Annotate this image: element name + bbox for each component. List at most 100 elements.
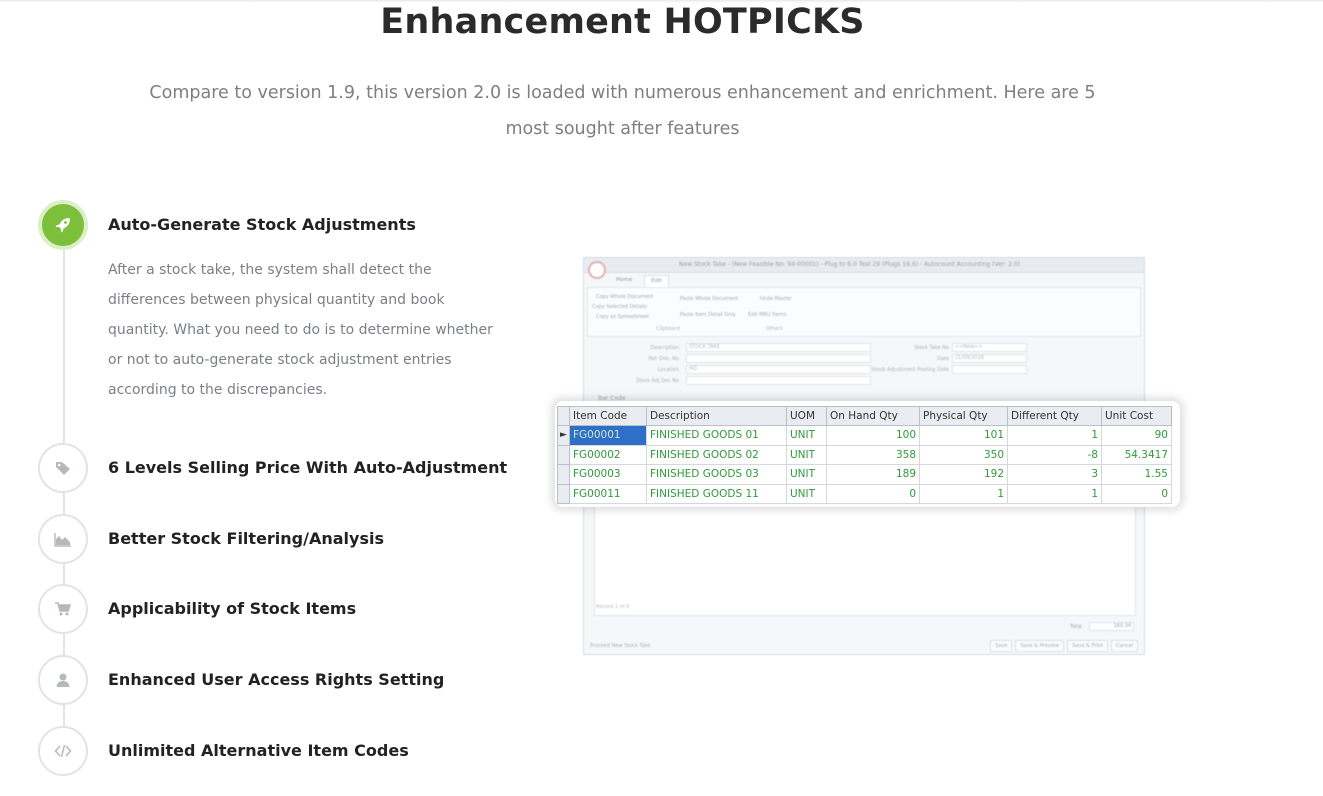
column-header: Item Code — [569, 406, 647, 426]
cancel-button: Cancel — [1111, 640, 1138, 652]
feature-title: Applicability of Stock Items — [108, 599, 357, 618]
table-cell: FG00003 — [569, 464, 647, 485]
rocket-icon — [55, 218, 70, 233]
form-field: <<New>> — [952, 343, 1027, 352]
table-cell: FINISHED GOODS 11 — [646, 483, 787, 504]
ribbon-item: Copy Whole Document — [596, 294, 654, 300]
proceed-checkbox-label: Proceed New Stock Take — [590, 643, 651, 649]
ribbon-group-label: Others — [766, 326, 783, 332]
table-cell: 3 — [1007, 464, 1102, 485]
table-cell: 1 — [919, 483, 1008, 504]
table-cell: FG00011 — [569, 483, 647, 504]
row-indicator-arrow-icon: ► — [557, 425, 570, 446]
ribbon: Copy Whole Document Copy Selected Detail… — [587, 287, 1141, 337]
form-field — [686, 376, 871, 385]
area-chart-icon — [54, 533, 71, 547]
table-cell: 90 — [1101, 425, 1172, 446]
column-header: UOM — [786, 406, 827, 426]
window-title: New Stock Take - (New Feasible No. 94-00… — [679, 261, 1020, 268]
table-cell: 350 — [919, 444, 1008, 465]
table-cell: 1 — [1007, 425, 1102, 446]
column-header: Physical Qty — [919, 406, 1008, 426]
ribbon-group-label: Clipboard — [656, 326, 680, 332]
row-indicator — [557, 464, 570, 485]
total-value: 160.34 — [1089, 622, 1134, 631]
feature-item-auto-generate-stock-adjustments[interactable]: Auto-Generate Stock Adjustments After a … — [38, 200, 518, 420]
feature-item-selling-price-levels[interactable]: 6 Levels Selling Price With Auto-Adjustm… — [38, 443, 518, 493]
form-field: STOCK TAKE — [686, 343, 871, 352]
table-cell: FINISHED GOODS 03 — [646, 464, 787, 485]
feature-item-alternative-item-codes[interactable]: Unlimited Alternative Item Codes — [38, 726, 518, 776]
feature-title: Auto-Generate Stock Adjustments — [108, 215, 416, 234]
ribbon-item: Paste Whole Document — [680, 296, 739, 302]
table-cell: 54.3417 — [1101, 444, 1172, 465]
feature-title: Enhanced User Access Rights Setting — [108, 670, 445, 689]
feature-item-stock-filtering[interactable]: Better Stock Filtering/Analysis — [38, 514, 518, 564]
ribbon-tabs: Home Edit — [610, 275, 669, 287]
stock-take-form: Description STOCK TAKE Ref. Doc. No Loca… — [594, 343, 1134, 395]
ribbon-item: Paste Item Detail Only — [680, 312, 736, 318]
tab-edit: Edit — [644, 275, 669, 287]
page-subtitle: Compare to version 1.9, this version 2.0… — [149, 83, 1096, 139]
save-print-button: Save & Print — [1067, 640, 1109, 652]
form-label: Stock Take No — [914, 345, 949, 351]
form-label: Ref. Doc. No — [648, 356, 679, 362]
row-indicator-header — [557, 406, 570, 426]
cart-icon — [55, 602, 72, 616]
table-cell: 101 — [919, 425, 1008, 446]
form-label: Date — [937, 356, 949, 362]
feature-icon-circle — [38, 200, 88, 250]
stock-take-table: Item Code Description UOM On Hand Qty Ph… — [557, 406, 1172, 504]
ribbon-item: Undo Master — [760, 296, 792, 302]
save-button: Save — [990, 640, 1013, 652]
ribbon-item: Copy as Spreadsheet — [596, 314, 650, 320]
table-cell: 358 — [826, 444, 920, 465]
zoomed-stock-grid: Item Code Description UOM On Hand Qty Ph… — [555, 401, 1180, 507]
detail-grid-area — [594, 504, 1136, 616]
tags-icon — [56, 462, 70, 475]
row-indicator — [557, 444, 570, 465]
table-cell: UNIT — [786, 483, 827, 504]
feature-icon-circle — [38, 584, 88, 634]
record-navigator: Record 1 of 4 — [596, 604, 630, 610]
form-label: Stock Adj Doc No — [636, 378, 679, 384]
form-label: Location — [657, 367, 679, 373]
table-cell: 192 — [919, 464, 1008, 485]
feature-icon-circle — [38, 655, 88, 705]
form-field: 21/09/2018 — [952, 354, 1027, 363]
table-row: FG00011 FINISHED GOODS 11 UNIT 0 1 1 0 — [557, 483, 1172, 504]
column-header: On Hand Qty — [826, 406, 920, 426]
table-cell: FG00002 — [569, 444, 647, 465]
table-cell: FINISHED GOODS 02 — [646, 444, 787, 465]
table-header-row: Item Code Description UOM On Hand Qty Ph… — [557, 406, 1172, 426]
table-cell: UNIT — [786, 444, 827, 465]
user-icon — [56, 673, 70, 687]
table-cell: -8 — [1007, 444, 1102, 465]
feature-item-user-access-rights[interactable]: Enhanced User Access Rights Setting — [38, 655, 518, 705]
table-cell: FG00001 — [569, 425, 647, 446]
footer-buttons: Save Save & Preview Save & Print Cancel — [990, 640, 1138, 652]
total-label: Total — [1070, 624, 1082, 630]
table-row: ► FG00001 FINISHED GOODS 01 UNIT 100 101… — [557, 425, 1172, 446]
feature-title: 6 Levels Selling Price With Auto-Adjustm… — [108, 458, 508, 477]
feature-title: Unlimited Alternative Item Codes — [108, 741, 409, 760]
table-cell: 0 — [826, 483, 920, 504]
feature-description: After a stock take, the system shall det… — [108, 262, 493, 398]
page-title: Enhancement HOTPICKS — [380, 2, 865, 42]
ribbon-item: Copy Selected Details — [592, 304, 647, 310]
app-logo-icon — [588, 261, 606, 279]
table-cell: UNIT — [786, 425, 827, 446]
column-header: Different Qty — [1007, 406, 1102, 426]
feature-icon-circle — [38, 443, 88, 493]
column-header: Unit Cost — [1101, 406, 1172, 426]
feature-item-applicability-stock-items[interactable]: Applicability of Stock Items — [38, 584, 518, 634]
feature-icon-circle — [38, 514, 88, 564]
table-cell: 189 — [826, 464, 920, 485]
form-field — [686, 354, 871, 363]
window-titlebar: New Stock Take - (New Feasible No. 94-00… — [584, 258, 1144, 279]
tab-home: Home — [616, 277, 633, 283]
form-field — [952, 365, 1027, 374]
table-cell: 0 — [1101, 483, 1172, 504]
form-label: Description — [650, 345, 679, 351]
form-label: Stock Adjustment Posting Date — [871, 367, 949, 373]
